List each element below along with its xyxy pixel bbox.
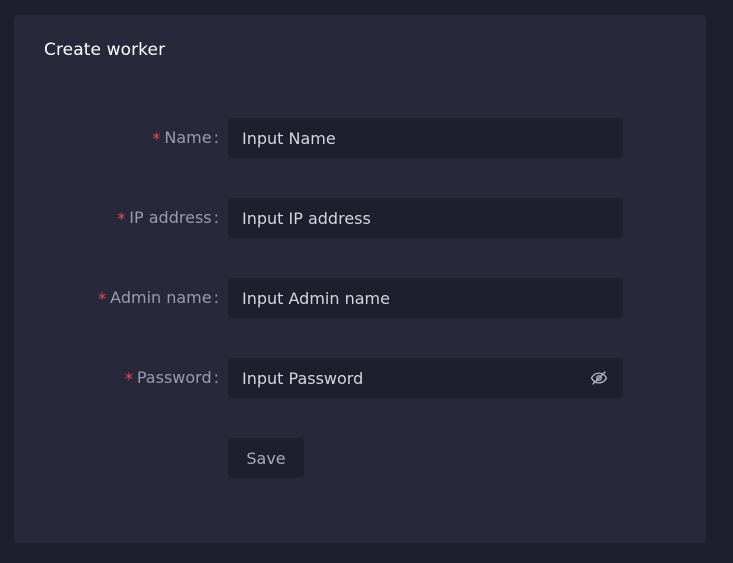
name-label-text: Name xyxy=(164,128,212,147)
form-row-password: * Password : xyxy=(14,358,706,398)
create-worker-card: Create worker * Name : * IP address : * … xyxy=(14,15,706,543)
label-colon: : xyxy=(213,288,219,307)
password-label-text: Password xyxy=(136,368,212,387)
admin-name-label: * Admin name : xyxy=(98,278,219,318)
form-row-name: * Name : xyxy=(14,118,706,158)
required-mark: * xyxy=(98,289,107,308)
save-button[interactable]: Save xyxy=(228,438,304,478)
ip-address-label: * IP address : xyxy=(117,198,219,238)
card-title: Create worker xyxy=(44,40,166,60)
admin-name-label-text: Admin name xyxy=(110,288,212,307)
label-colon: : xyxy=(213,128,219,147)
required-mark: * xyxy=(152,129,161,148)
password-label: * Password : xyxy=(125,358,219,398)
eye-off-icon[interactable] xyxy=(588,368,610,388)
required-mark: * xyxy=(117,209,126,228)
ip-address-input[interactable] xyxy=(228,198,623,238)
password-input[interactable] xyxy=(228,358,623,398)
admin-name-input[interactable] xyxy=(228,278,623,318)
form-row-ip-address: * IP address : xyxy=(14,198,706,238)
form-row-admin-name: * Admin name : xyxy=(14,278,706,318)
name-label: * Name : xyxy=(152,118,219,158)
required-mark: * xyxy=(124,369,133,388)
name-input[interactable] xyxy=(228,118,623,158)
label-colon: : xyxy=(213,368,219,387)
label-colon: : xyxy=(213,208,219,227)
ip-address-label-text: IP address xyxy=(129,208,212,227)
